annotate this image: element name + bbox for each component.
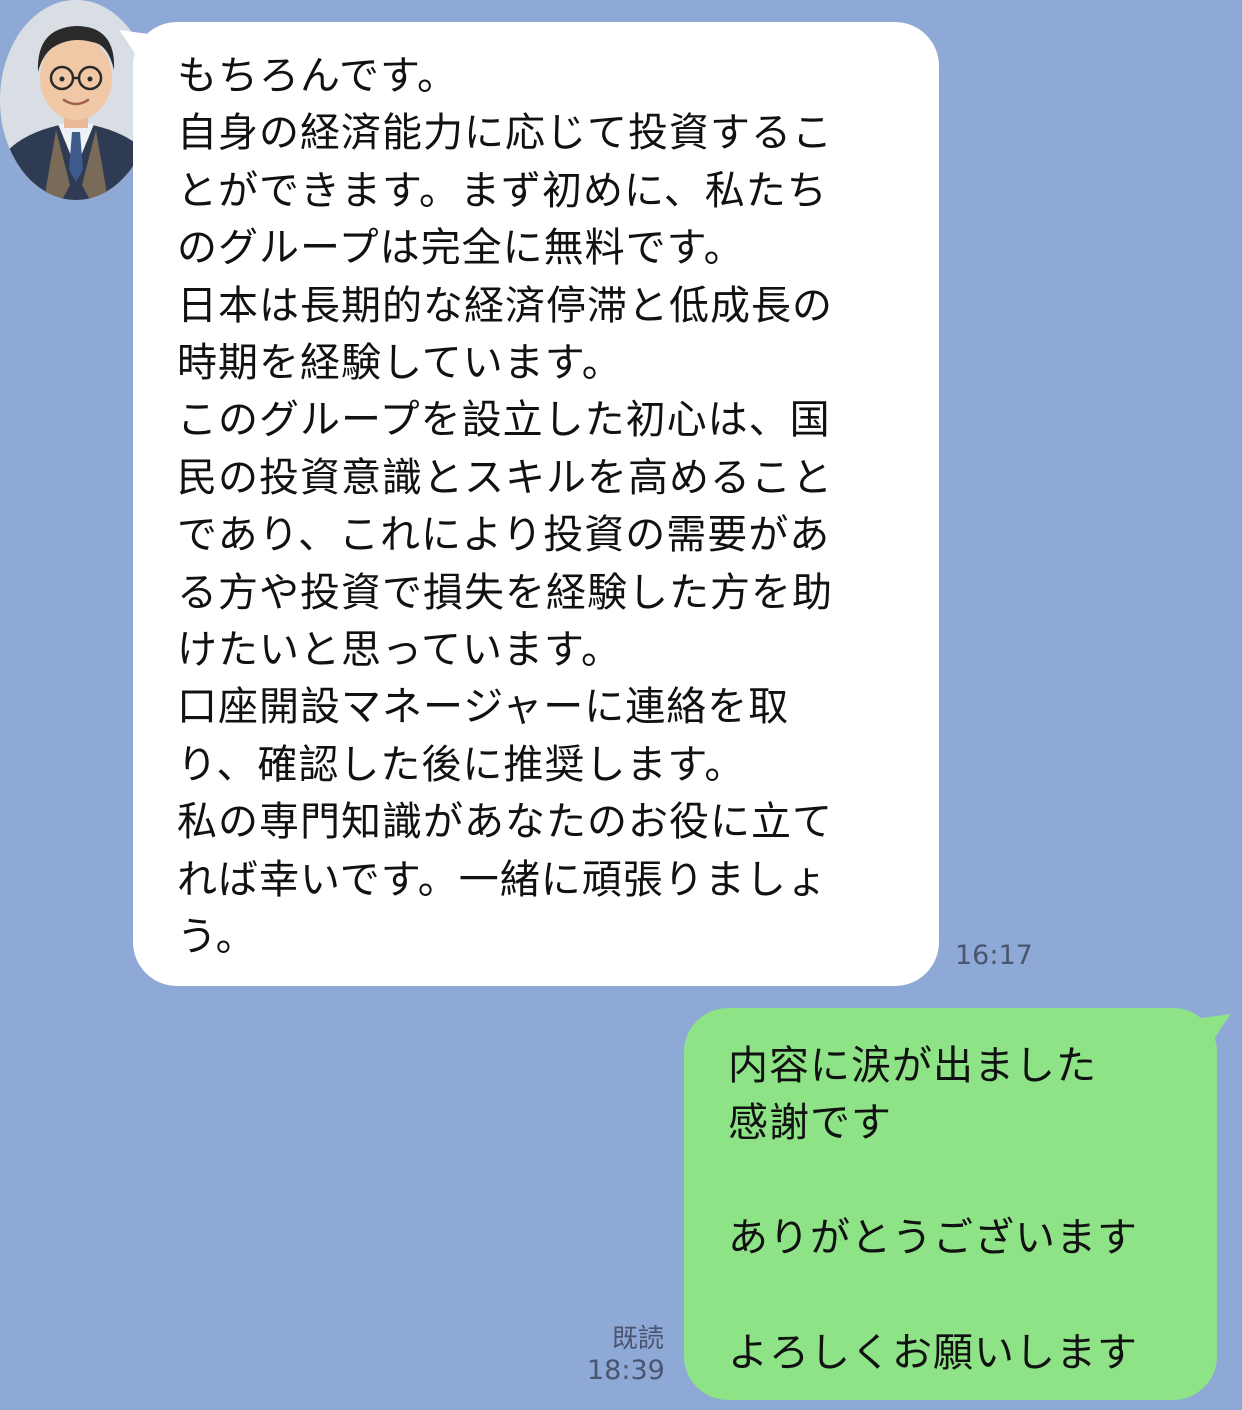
outgoing-message-bubble[interactable]: 内容に涙が出ました 感謝です ありがとうございます よろしくお願いします bbox=[684, 1008, 1231, 1400]
read-status: 既読 bbox=[612, 1324, 665, 1354]
outgoing-message-time: 18:39 bbox=[587, 1355, 665, 1386]
outgoing-message-text: 内容に涙が出ました 感謝です ありがとうございます よろしくお願いします bbox=[728, 1043, 1138, 1377]
incoming-message-time: 16:17 bbox=[955, 940, 1033, 971]
bubble-tail-icon bbox=[119, 30, 149, 64]
incoming-message-bubble[interactable]: もちろんです。 自身の経済能力に応じて投資するこ とができます。まず初めに、私た… bbox=[119, 22, 939, 986]
chat-area[interactable]: もちろんです。 自身の経済能力に応じて投資するこ とができます。まず初めに、私た… bbox=[0, 0, 1242, 1410]
incoming-message-text: もちろんです。 自身の経済能力に応じて投資するこ とができます。まず初めに、私た… bbox=[177, 53, 833, 961]
bubble-tail-icon bbox=[1201, 1014, 1231, 1048]
